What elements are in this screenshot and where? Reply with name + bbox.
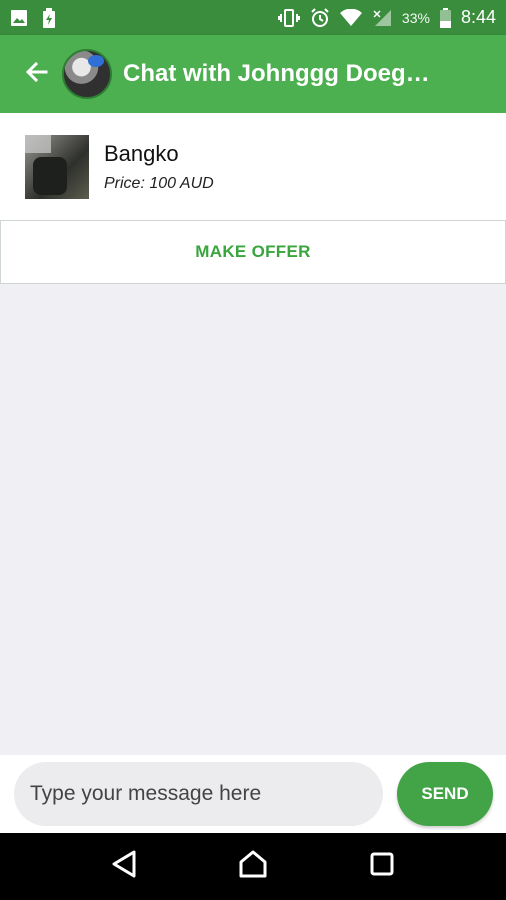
nav-recents-button[interactable] xyxy=(362,847,402,887)
app-bar: Chat with Johnggg Doeg… xyxy=(0,35,506,113)
product-thumbnail[interactable] xyxy=(25,134,89,199)
product-card[interactable]: Bangko Price: 100 AUD xyxy=(0,113,506,220)
back-triangle-icon xyxy=(111,850,137,883)
product-name: Bangko xyxy=(104,140,179,166)
vibrate-icon xyxy=(277,8,300,27)
battery-icon xyxy=(439,7,451,28)
avatar[interactable] xyxy=(62,49,112,99)
send-button[interactable]: SEND xyxy=(397,762,493,826)
make-offer-button[interactable]: MAKE OFFER xyxy=(0,220,506,284)
clock: 8:44 xyxy=(460,7,496,27)
nav-back-button[interactable] xyxy=(104,847,144,887)
battery-charging-icon xyxy=(42,7,56,28)
status-bar: 33% 8:44 xyxy=(0,0,506,35)
alarm-icon xyxy=(310,7,330,28)
signal-icon xyxy=(372,9,392,27)
status-right-icons: 33% 8:44 xyxy=(277,7,496,28)
message-composer: SEND xyxy=(0,755,506,833)
chat-title: Chat with Johnggg Doeg… xyxy=(123,60,430,87)
nav-home-button[interactable] xyxy=(233,847,273,887)
back-button[interactable] xyxy=(22,59,52,89)
home-icon xyxy=(238,850,268,883)
message-list[interactable] xyxy=(0,285,506,755)
image-icon xyxy=(10,9,28,27)
recents-square-icon xyxy=(370,852,394,881)
battery-percent: 33% xyxy=(401,9,430,26)
wifi-icon xyxy=(339,8,362,27)
product-price: Price: 100 AUD xyxy=(104,174,214,192)
status-left-icons xyxy=(10,7,56,28)
message-input[interactable] xyxy=(14,762,383,826)
system-nav-bar xyxy=(0,833,506,900)
product-info: Bangko Price: 100 AUD xyxy=(104,141,214,193)
arrow-back-icon xyxy=(25,60,49,89)
